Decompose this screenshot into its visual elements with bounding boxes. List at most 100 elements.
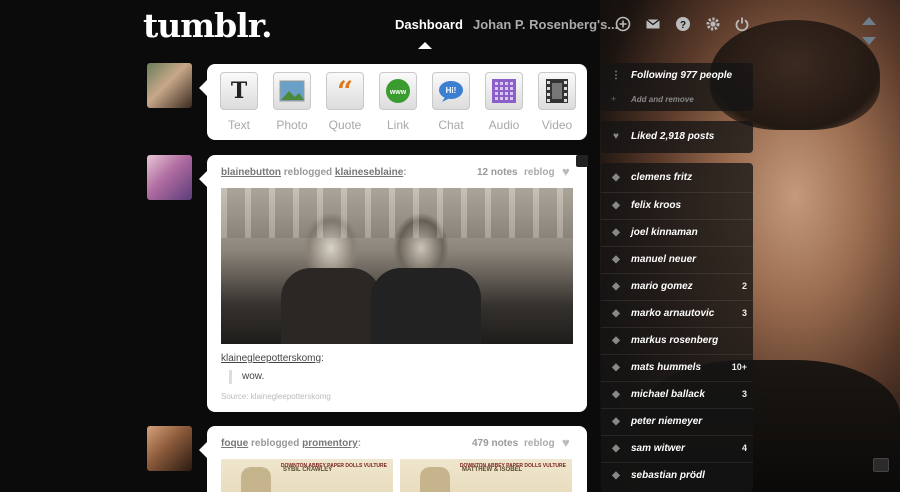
text-icon: T: [220, 72, 258, 110]
post-type-text[interactable]: T Text: [213, 72, 265, 132]
tag-label: sebastian prödl: [631, 470, 705, 481]
post-control-button[interactable]: [576, 155, 588, 167]
tag-label: manuel neuer: [631, 254, 697, 265]
tumblr-logo[interactable]: tumblr.: [143, 6, 273, 45]
caption-quote: wow.: [229, 370, 264, 384]
add-remove-link[interactable]: Add and remove: [631, 95, 694, 104]
post-avatar-blainebutton[interactable]: [147, 155, 192, 200]
post-source-line[interactable]: Source: klaineglee​potterskomg: [221, 392, 331, 401]
caption-user-link[interactable]: klaineglee​potterskomg: [221, 353, 321, 364]
post-avatar-foque[interactable]: [147, 426, 192, 471]
tag-item[interactable]: ◆ manuel neuer: [601, 246, 753, 273]
scroll-up-arrow-icon[interactable]: [862, 17, 876, 25]
help-icon[interactable]: ?: [675, 16, 691, 32]
scroll-down-arrow-icon[interactable]: [862, 37, 876, 45]
following-row[interactable]: ⋮ Following 977 people: [601, 63, 753, 90]
sidebar-liked[interactable]: ♥ Liked 2,918 posts: [601, 121, 753, 153]
post-source-link[interactable]: promentory: [302, 438, 358, 449]
svg-text:?: ?: [680, 20, 686, 31]
post-type-quote[interactable]: “ Quote: [319, 72, 371, 132]
post-type-label: Video: [541, 118, 573, 132]
post-author-link[interactable]: blainebutton: [221, 167, 281, 178]
logout-power-icon[interactable]: [734, 16, 750, 32]
photo-figure-right: [371, 268, 481, 344]
post-header: blainebutton reblogged klaineseblaine:: [221, 167, 407, 178]
post-type-chat[interactable]: Hi! Chat: [425, 72, 477, 132]
tag-item[interactable]: ◆ felix kroos: [601, 192, 753, 219]
tag-item[interactable]: ◆ marko arnautovic 3: [601, 300, 753, 327]
tag-count: 2: [741, 281, 747, 291]
post-author-link[interactable]: foque: [221, 438, 248, 449]
paper-doll-figure: [241, 467, 271, 492]
post-notes-count[interactable]: 12 notes: [477, 167, 518, 178]
svg-text:Hi!: Hi!: [446, 86, 457, 95]
post-type-audio[interactable]: Audio: [478, 72, 530, 132]
paper-doll-figure: [420, 467, 450, 492]
post-header: foque reblogged promentory:: [221, 438, 362, 449]
tag-label: mario gomez: [631, 281, 693, 292]
post-card: foque reblogged promentory: 479 notes re…: [199, 426, 587, 492]
post-type-label: Link: [386, 118, 409, 132]
tag-count: 10+: [731, 362, 747, 372]
video-icon: [538, 72, 576, 110]
tag-icon: ◆: [612, 335, 620, 346]
tag-item[interactable]: ◆ sam witwer 4: [601, 435, 753, 462]
reblog-button[interactable]: reblog: [524, 438, 555, 449]
sidebar-tracked-tags: ◆ clemens fritz ◆ felix kroos ◆ joel kin…: [601, 163, 753, 492]
like-heart-icon[interactable]: ♥: [562, 164, 570, 179]
paper-doll-brand: DOWNTON ABBEY PAPER DOLLS VULTURE: [280, 463, 387, 469]
svg-text:www: www: [389, 89, 407, 96]
tag-item[interactable]: ◆ markus rosenberg: [601, 327, 753, 354]
tag-icon: ◆: [612, 281, 620, 292]
tag-label: michael ballack: [631, 389, 705, 400]
post-type-video[interactable]: Video: [531, 72, 583, 132]
tag-count: 3: [741, 308, 747, 318]
own-avatar[interactable]: [147, 63, 192, 108]
nav-user-blog[interactable]: Johan P. Rosenberg's...: [473, 17, 618, 32]
following-label: Following 977 people: [631, 70, 733, 81]
post-type-label: Quote: [328, 118, 362, 132]
post-type-link[interactable]: www Link: [372, 72, 424, 132]
caption-user: klaineglee​potterskomg:: [221, 353, 324, 364]
nav-active-caret: [418, 42, 432, 49]
photo-icon: [273, 72, 311, 110]
tag-icon: ◆: [612, 227, 620, 238]
add-person-icon: +: [611, 94, 617, 104]
post-type-selector: T Text Photo “ Quote www Link Hi! Chat A…: [199, 64, 587, 140]
sidebar-following[interactable]: ⋮ Following 977 people + Add and remove: [601, 63, 753, 111]
tag-label: peter niemeyer: [631, 416, 703, 427]
post-source-link[interactable]: klaineseblaine: [335, 167, 403, 178]
post-photo-thumb[interactable]: SYBIL CRAWLEY DOWNTON ABBEY PAPER DOLLS …: [221, 459, 393, 492]
tag-item[interactable]: ◆ peter niemeyer: [601, 408, 753, 435]
post-type-photo[interactable]: Photo: [266, 72, 318, 132]
tag-item[interactable]: ◆ joel kinnaman: [601, 219, 753, 246]
liked-row[interactable]: ♥ Liked 2,918 posts: [601, 124, 753, 151]
post-photo-thumb[interactable]: MATTHEW & ISOBEL DOWNTON ABBEY PAPER DOL…: [400, 459, 572, 492]
post-type-label: Photo: [276, 118, 308, 132]
tag-item[interactable]: ◆ clemens fritz: [601, 165, 753, 192]
post-notes-count[interactable]: 479 notes: [472, 438, 518, 449]
settings-gear-icon[interactable]: [705, 16, 721, 32]
reblog-button[interactable]: reblog: [524, 167, 555, 178]
new-post-icon[interactable]: [615, 16, 631, 32]
tag-item[interactable]: ◆ michael ballack 3: [601, 381, 753, 408]
post-action-text: reblogged: [251, 438, 300, 449]
mail-icon[interactable]: [645, 16, 661, 32]
tag-icon: ◆: [612, 416, 620, 427]
heart-icon: ♥: [613, 131, 619, 142]
tag-item[interactable]: ◆ mats hummels 10+: [601, 354, 753, 381]
corner-widget-button[interactable]: [873, 458, 889, 472]
tag-icon: ◆: [612, 308, 620, 319]
tag-item[interactable]: ◆ mario gomez 2: [601, 273, 753, 300]
post-photo[interactable]: [221, 188, 573, 344]
paper-doll-brand: DOWNTON ABBEY PAPER DOLLS VULTURE: [459, 463, 566, 469]
quote-icon: “: [326, 72, 364, 110]
nav-dashboard[interactable]: Dashboard: [395, 17, 463, 32]
liked-label: Liked 2,918 posts: [631, 131, 715, 142]
link-icon: www: [379, 72, 417, 110]
chat-icon: Hi!: [432, 72, 470, 110]
tag-label: mats hummels: [631, 362, 702, 373]
like-heart-icon[interactable]: ♥: [562, 435, 570, 450]
tag-item[interactable]: ◆ sebastian prödl: [601, 462, 753, 489]
tag-icon: ◆: [612, 172, 620, 183]
